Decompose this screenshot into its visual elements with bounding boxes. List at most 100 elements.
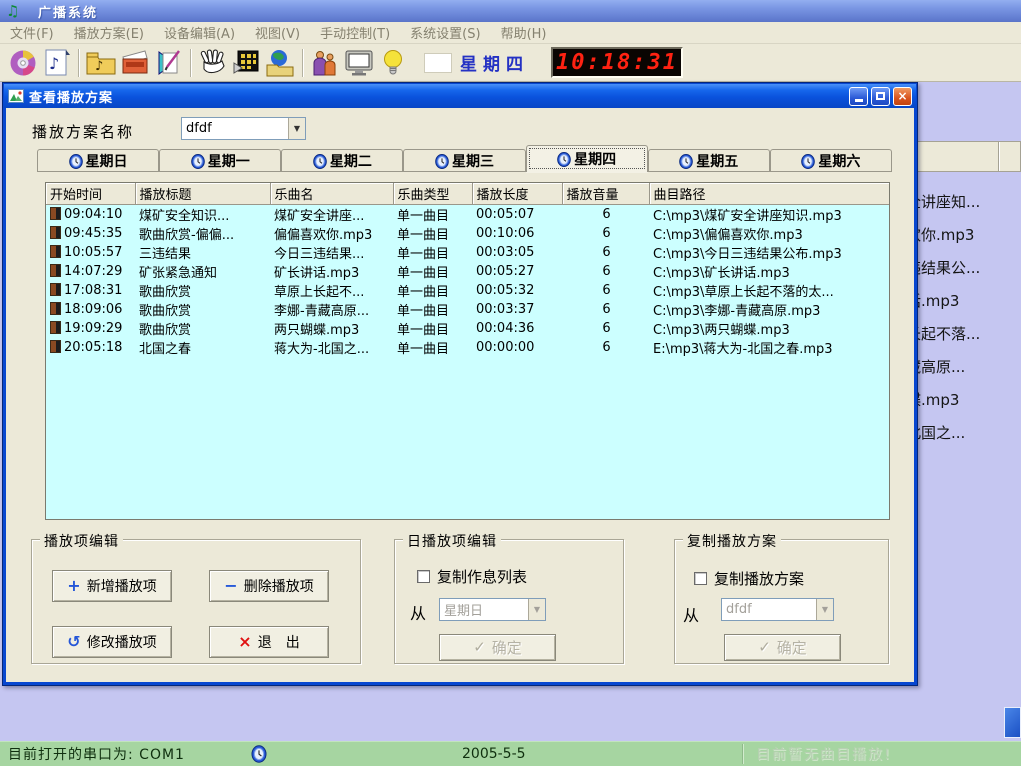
day-source-combobox[interactable]: 星期日 ▼ <box>439 598 546 621</box>
music-note-icon[interactable]: ♪ <box>40 47 74 79</box>
list-item: 蝶.mp3 <box>906 384 1021 417</box>
table-row[interactable]: 20:05:18北国之春蒋大为-北国之...单一曲目00:00:006E:\mp… <box>46 338 889 357</box>
plan-copy-ok-button[interactable]: ✓ 确定 <box>724 634 841 661</box>
edit-icon[interactable] <box>152 47 186 79</box>
chevron-down-icon[interactable]: ▼ <box>288 118 305 139</box>
dialog-titlebar[interactable]: 查看播放方案 × <box>4 84 916 108</box>
led-clock-display: 10:18:31 <box>551 47 683 78</box>
tab-label: 星期二 <box>330 151 372 171</box>
tab-星期日[interactable]: 星期日 <box>37 149 159 172</box>
panel-title: 播放项编辑 <box>40 531 123 551</box>
menu-item[interactable]: 帮助(H) <box>491 23 557 42</box>
table-row[interactable]: 10:05:57三违结果今日三违结果...单一曲目00:03:056C:\mp3… <box>46 243 889 262</box>
app-title: 广播系统 <box>38 2 98 21</box>
checkbox-icon[interactable] <box>694 572 707 585</box>
copy-schedule-checkbox[interactable]: 复制作息列表 <box>417 566 527 587</box>
plan-name-combobox[interactable]: dfdf ▼ <box>181 117 306 140</box>
cell: 6 <box>562 319 649 338</box>
column-header[interactable]: 播放音量 <box>562 183 649 205</box>
audio-item-icon <box>50 340 61 353</box>
edit-button-1[interactable]: −删除播放项 <box>209 570 329 602</box>
cell: 李娜-青藏高原... <box>270 300 393 319</box>
table-row[interactable]: 14:07:29矿张紧急通知矿长讲话.mp3单一曲目00:05:276C:\mp… <box>46 262 889 281</box>
menu-item[interactable]: 播放方案(E) <box>64 23 154 42</box>
audio-item-icon <box>50 283 61 296</box>
folder-music-icon[interactable]: ♪ <box>84 47 118 79</box>
table-row[interactable]: 18:09:06歌曲欣赏李娜-青藏高原...单一曲目00:03:376C:\mp… <box>46 300 889 319</box>
cell: 19:09:29 <box>46 319 135 338</box>
toolbar-separator <box>190 49 192 77</box>
table-row[interactable]: 09:04:10煤矿安全知识...煤矿安全讲座...单一曲目00:05:076C… <box>46 205 889 225</box>
exit-button[interactable]: ×退 出 <box>209 626 329 658</box>
cell: 偏偏喜欢你.mp3 <box>270 224 393 243</box>
cell: 矿长讲话.mp3 <box>270 262 393 281</box>
cell: C:\mp3\草原上长起不落的太... <box>649 281 889 300</box>
menu-item[interactable]: 视图(V) <box>245 23 310 42</box>
table-row[interactable]: 17:08:31歌曲欣赏草原上长起不...单一曲目00:05:326C:\mp3… <box>46 281 889 300</box>
menu-item[interactable]: 手动控制(T) <box>310 23 400 42</box>
toolbar-separator <box>302 49 304 77</box>
cell: 00:03:37 <box>472 300 562 319</box>
column-header[interactable]: 乐曲类型 <box>393 183 472 205</box>
minimize-button[interactable] <box>849 87 868 106</box>
tab-星期二[interactable]: 星期二 <box>281 149 403 172</box>
cell: 00:04:36 <box>472 319 562 338</box>
tab-星期六[interactable]: 星期六 <box>770 149 892 172</box>
table-row[interactable]: 09:45:35歌曲欣赏-偏偏...偏偏喜欢你.mp3单一曲目00:10:066… <box>46 224 889 243</box>
day-copy-ok-button[interactable]: ✓ 确定 <box>439 634 556 661</box>
menu-item[interactable]: 设备编辑(A) <box>154 23 245 42</box>
hand-icon[interactable] <box>196 47 230 79</box>
cell: 20:05:18 <box>46 338 135 357</box>
column-header[interactable]: 曲目路径 <box>649 183 889 205</box>
cell: 单一曲目 <box>393 319 472 338</box>
from-label: 从 <box>410 600 426 624</box>
button-label: 退 出 <box>258 632 300 652</box>
table-row[interactable]: 19:09:29歌曲欣赏两只蝴蝶.mp3单一曲目00:04:366C:\mp3\… <box>46 319 889 338</box>
maximize-button[interactable] <box>871 87 890 106</box>
plan-source-combobox[interactable]: dfdf ▼ <box>721 598 834 621</box>
weekday-tab-strip: 星期日星期一 星期二 星期三星期四星期五星期六 <box>37 145 892 172</box>
column-header[interactable]: 开始时间 <box>46 183 135 205</box>
cell: E:\mp3\蒋大为-北国之春.mp3 <box>649 338 889 357</box>
menu-item[interactable]: 系统设置(S) <box>400 23 490 42</box>
cell: 两只蝴蝶.mp3 <box>270 319 393 338</box>
cell: 6 <box>562 300 649 319</box>
audio-item-icon <box>50 302 61 315</box>
cassette-icon[interactable] <box>118 47 152 79</box>
chevron-down-icon[interactable]: ▼ <box>816 599 833 620</box>
cell: 6 <box>562 243 649 262</box>
cell: 10:05:57 <box>46 243 135 262</box>
cell: 09:04:10 <box>46 205 135 225</box>
clock-icon <box>557 152 571 167</box>
list-item: 藏高原... <box>906 351 1021 384</box>
now-playing-status: 目前暂无曲目播放! <box>756 744 892 764</box>
close-button[interactable]: × <box>893 87 912 106</box>
monitor-icon[interactable] <box>342 47 376 79</box>
gift-people-icon[interactable] <box>308 47 342 79</box>
cd-icon[interactable] <box>6 47 40 79</box>
chevron-down-icon[interactable]: ▼ <box>528 599 545 620</box>
edit-button-2[interactable]: ↺修改播放项 <box>52 626 172 658</box>
tab-星期四[interactable]: 星期四 <box>526 145 648 172</box>
svg-text:♪: ♪ <box>95 59 103 74</box>
column-header[interactable]: 播放标题 <box>135 183 270 205</box>
column-header[interactable]: 播放长度 <box>472 183 562 205</box>
cell: 矿张紧急通知 <box>135 262 270 281</box>
tab-星期五[interactable]: 星期五 <box>648 149 770 172</box>
cell: 三违结果 <box>135 243 270 262</box>
copy-plan-checkbox[interactable]: 复制播放方案 <box>694 568 804 589</box>
day-copy-panel: 日播放项编辑 复制作息列表 从 星期日 ▼ ✓ 确定 <box>394 539 624 664</box>
checkbox-icon[interactable] <box>417 570 430 583</box>
bulb-icon[interactable] <box>376 47 410 79</box>
film-folder-icon[interactable] <box>230 47 264 79</box>
tab-星期一[interactable]: 星期一 <box>159 149 281 172</box>
cell: 00:00:00 <box>472 338 562 357</box>
globe-folder-icon[interactable] <box>264 47 298 79</box>
cell: 蒋大为-北国之... <box>270 338 393 357</box>
day-of-week-label: 星期四 <box>460 50 529 75</box>
background-blue-chip <box>1004 707 1021 738</box>
tab-星期三[interactable]: 星期三 <box>403 149 525 172</box>
edit-button-0[interactable]: +新增播放项 <box>52 570 172 602</box>
column-header[interactable]: 乐曲名 <box>270 183 393 205</box>
menu-item[interactable]: 文件(F) <box>0 23 64 42</box>
